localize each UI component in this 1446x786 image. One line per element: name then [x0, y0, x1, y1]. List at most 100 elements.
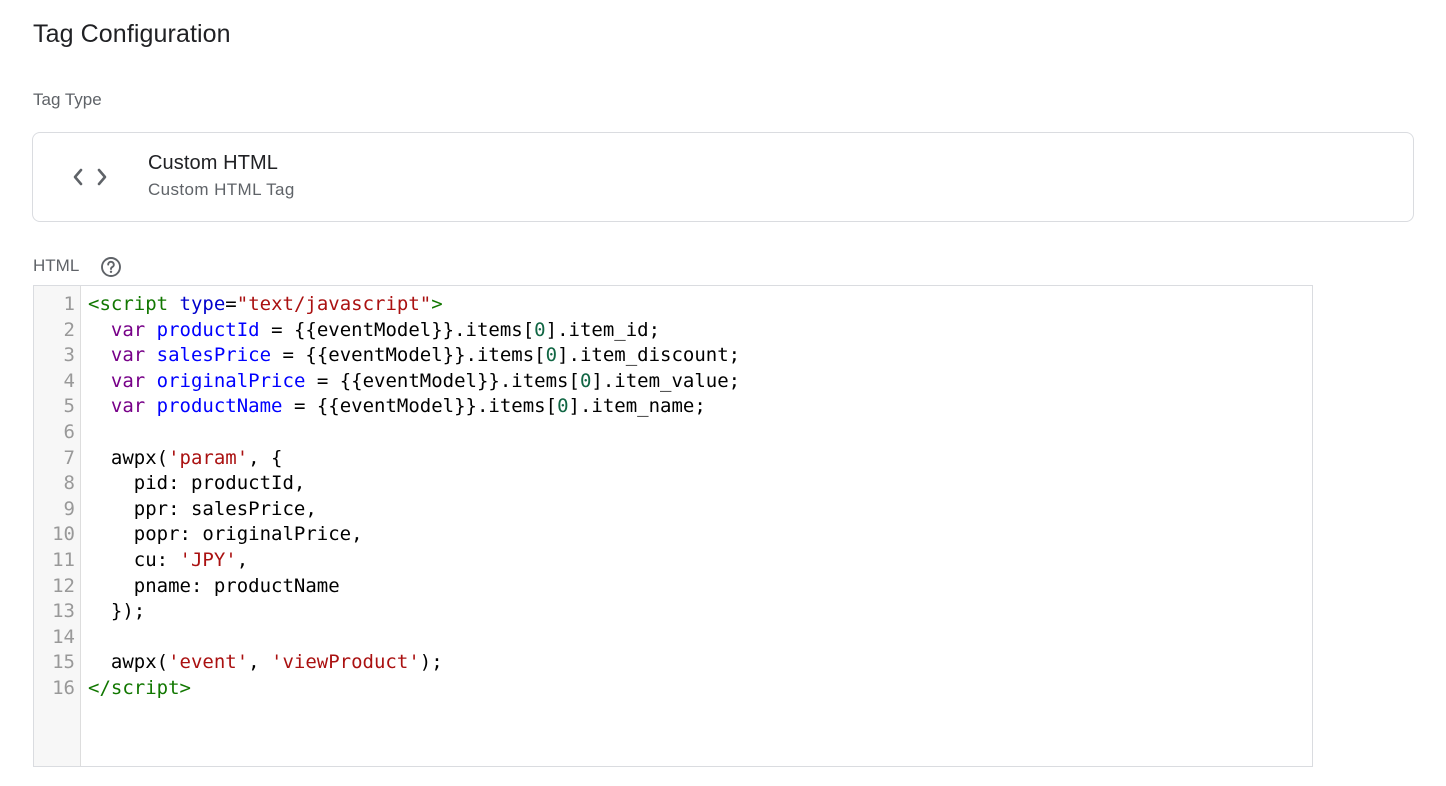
code-token: originalPrice: [156, 369, 306, 392]
line-number: 11: [52, 549, 75, 571]
code-line: 7 awpx('param', {: [34, 446, 1312, 472]
code-token: 0: [534, 318, 546, 341]
code-line: 1 <script type="text/javascript">: [34, 292, 1312, 318]
line-number: 8: [63, 472, 75, 495]
code-token: pname: productName: [88, 574, 340, 597]
code-token: );: [419, 651, 443, 674]
code-token: ppr: salesPrice,: [88, 497, 317, 520]
code-token: ].item_id;: [545, 318, 661, 341]
line-number: 2: [63, 318, 75, 341]
help-circle-icon[interactable]: [100, 256, 122, 278]
code-token: var: [110, 395, 146, 418]
code-line: 5 var productName = {{eventModel}}.items…: [34, 394, 1312, 420]
code-token: });: [88, 600, 146, 623]
code-token: 'param': [168, 446, 249, 469]
code-token: 'viewProduct': [271, 651, 420, 674]
code-token: var: [110, 344, 146, 367]
line-number: 5: [63, 395, 75, 418]
tag-type-name: Custom HTML: [148, 152, 279, 174]
code-token: >: [431, 293, 443, 315]
line-code: });: [88, 599, 145, 625]
code-token: awpx(: [88, 446, 169, 469]
line-code: pname: productName: [88, 574, 340, 600]
code-token: >: [179, 677, 191, 699]
line-number: 4: [63, 369, 75, 392]
code-token: pid: productId,: [88, 472, 306, 495]
code-token: productName: [156, 395, 283, 418]
code-brackets-icon: [73, 168, 107, 186]
tag-type-card[interactable]: [32, 132, 1414, 222]
code-line: 12 pname: productName: [34, 574, 1312, 600]
tag-type-description: Custom HTML Tag: [148, 180, 295, 199]
code-token: 0: [557, 395, 569, 418]
code-token: "text/javascript": [236, 293, 432, 315]
line-code: popr: originalPrice,: [88, 522, 363, 548]
line-code: </script>: [88, 676, 191, 702]
code-token: ].item_discount;: [557, 344, 741, 367]
code-token: , {: [248, 446, 283, 469]
tag-type-label: Tag Type: [33, 90, 102, 109]
page-title: Tag Configuration: [33, 20, 231, 48]
code-token: = {{eventModel}}.items[: [305, 369, 580, 392]
code-token: type: [179, 293, 226, 315]
line-code: var salesPrice = {{eventModel}}.items[0]…: [88, 343, 740, 369]
line-number: 14: [52, 625, 75, 648]
code-token: ,: [236, 549, 249, 571]
code-line: 16 </script>: [34, 676, 1312, 702]
code-token: = {{eventModel}}.items[: [271, 344, 546, 367]
code-line: 11 cu: 'JPY',: [34, 548, 1312, 574]
line-number: 10: [52, 523, 75, 546]
code-line: 3 var salesPrice = {{eventModel}}.items[…: [34, 343, 1312, 369]
line-number: 12: [52, 574, 75, 597]
code-line: 14: [34, 625, 1312, 651]
line-code: <script type="text/javascript">: [88, 292, 443, 318]
code-token: ].item_name;: [568, 395, 706, 418]
line-code: var productName = {{eventModel}}.items[0…: [88, 394, 706, 420]
line-code: awpx('param', {: [88, 446, 283, 472]
code-line: 9 ppr: salesPrice,: [34, 497, 1312, 523]
code-line: 2 var productId = {{eventModel}}.items[0…: [34, 318, 1312, 344]
line-code: awpx('event', 'viewProduct');: [88, 650, 443, 676]
code-line: 15 awpx('event', 'viewProduct');: [34, 650, 1312, 676]
code-token: var: [110, 369, 146, 392]
code-token: <script: [88, 293, 169, 315]
line-number: 1: [63, 293, 75, 315]
code-line: 13 });: [34, 599, 1312, 625]
code-token: salesPrice: [156, 344, 272, 367]
line-code: var originalPrice = {{eventModel}}.items…: [88, 369, 740, 395]
html-field-label: HTML: [33, 256, 80, 275]
code-line: 4 var originalPrice = {{eventModel}}.ite…: [34, 369, 1312, 395]
code-token: = {{eventModel}}.items[: [282, 395, 558, 418]
code-line: 6: [34, 420, 1312, 446]
code-token: 'event': [168, 651, 249, 674]
line-number: 16: [52, 677, 75, 699]
code-token: =: [225, 293, 237, 315]
code-token: popr: originalPrice,: [88, 523, 363, 546]
line-code: ppr: salesPrice,: [88, 497, 317, 523]
code-token: 0: [545, 344, 558, 367]
line-number: 9: [63, 497, 75, 520]
html-code-editor[interactable]: 1 <script type="text/javascript"> 2 var pr…: [33, 285, 1313, 767]
code-token: = {{eventModel}}.items[: [259, 318, 535, 341]
line-number: 6: [63, 421, 75, 443]
code-token: awpx(: [88, 651, 169, 674]
code-token: cu:: [88, 549, 180, 571]
line-number: 7: [63, 446, 75, 469]
code-token: ,: [248, 651, 272, 674]
line-code: cu: 'JPY',: [88, 548, 248, 574]
code-token: </script: [88, 677, 180, 699]
code-token: ].item_value;: [591, 369, 741, 392]
line-number: 3: [63, 344, 75, 367]
line-number: 13: [52, 600, 75, 623]
code-token: 0: [579, 369, 592, 392]
code-token: var: [110, 318, 146, 341]
code-line: 8 pid: productId,: [34, 471, 1312, 497]
